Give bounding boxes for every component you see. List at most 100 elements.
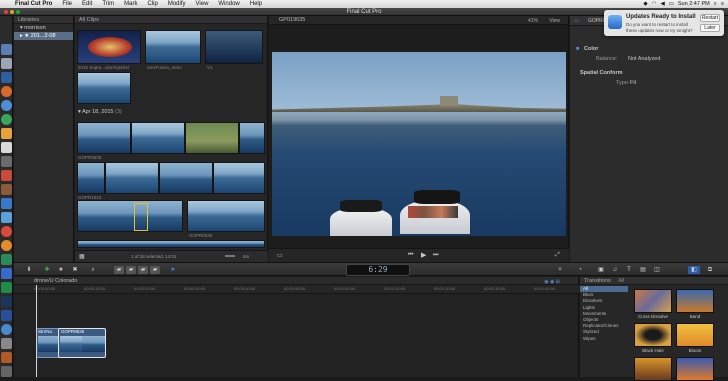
clip-thumb[interactable] <box>77 122 131 154</box>
app-dock-icon-9[interactable] <box>1 324 12 335</box>
clip-thumb[interactable] <box>77 162 105 194</box>
clip-thumb[interactable] <box>239 122 265 154</box>
select-tool-icon[interactable]: ➤ <box>166 266 180 274</box>
viewer-view-menu[interactable]: View <box>549 17 560 26</box>
timeline-clip-selected[interactable]: GOPR9635 <box>58 328 106 358</box>
lightroom-dock-icon[interactable] <box>1 296 12 307</box>
menu-file[interactable]: File <box>57 0 77 8</box>
app-dock-icon-10[interactable] <box>1 338 12 349</box>
app-dock-icon-2[interactable] <box>1 184 12 195</box>
battery-icon[interactable]: ▭ <box>669 1 674 7</box>
retime-icon[interactable]: ◔ <box>574 266 586 274</box>
app-dock-icon-12[interactable] <box>1 366 12 377</box>
library-item[interactable]: ▾ morrison <box>14 24 73 32</box>
next-frame-icon[interactable]: ⏭ <box>433 252 438 259</box>
previous-frame-icon[interactable]: ⏮ <box>408 252 413 259</box>
restart-button[interactable]: Restart <box>700 14 720 22</box>
app-dock-icon[interactable] <box>1 170 12 181</box>
app-dock-icon-5[interactable] <box>1 226 12 237</box>
safari-dock-icon[interactable] <box>1 100 12 111</box>
music-icon[interactable]: ♫ <box>610 266 620 274</box>
calendar-dock-icon[interactable] <box>1 142 12 153</box>
overwrite-clip-icon[interactable]: ▰ <box>150 266 160 274</box>
viewer-zoom[interactable]: 41% <box>528 17 538 26</box>
clip-thumb[interactable] <box>145 30 201 64</box>
timeline-ruler[interactable]: 00:00:00:00 00:00:10:00 00:00:20:00 00:0… <box>14 285 579 294</box>
app-dock-icon-7[interactable] <box>1 254 12 265</box>
event-item[interactable]: ▸ ★ 201...2-08 <box>14 32 73 40</box>
clip-thumb[interactable] <box>131 122 185 154</box>
menu-clip[interactable]: Clip <box>142 0 162 8</box>
viewer-options-icon[interactable]: ▭ <box>277 252 283 259</box>
menu-edit[interactable]: Edit <box>77 0 97 8</box>
keyword-icon[interactable]: ✚ <box>42 266 52 274</box>
volume-icon[interactable]: ◀ <box>660 1 664 7</box>
clip-thumb[interactable] <box>105 162 159 194</box>
favorite-icon[interactable]: ★ <box>56 266 66 274</box>
zoom-slider[interactable] <box>225 255 235 257</box>
type-value[interactable]: Fit <box>630 80 636 86</box>
wifi-icon[interactable]: ◠ <box>652 1 657 7</box>
clip-thumb[interactable] <box>213 162 265 194</box>
photos-dock-icon[interactable] <box>1 128 12 139</box>
clip-thumb[interactable] <box>185 122 239 154</box>
category-wipes[interactable]: Wipes <box>580 336 628 342</box>
connect-clip-icon[interactable]: ▰ <box>114 266 124 274</box>
clip-thumb[interactable] <box>187 200 265 232</box>
transitions-filter[interactable]: All <box>618 278 624 284</box>
transition-thumb[interactable] <box>676 323 714 347</box>
launchpad-dock-icon[interactable] <box>1 58 12 69</box>
menu-modify[interactable]: Modify <box>163 0 191 8</box>
system-prefs-dock-icon[interactable] <box>1 156 12 167</box>
clip-thumb[interactable] <box>77 240 265 248</box>
titles-icon[interactable]: T <box>624 266 634 274</box>
notification-center-icon[interactable]: ≡ <box>721 1 724 7</box>
menu-mark[interactable]: Mark <box>119 0 142 8</box>
clip-thumb[interactable] <box>205 30 263 64</box>
menubar-clock[interactable]: Sun 2:47 PM <box>678 1 710 7</box>
transition-thumb[interactable] <box>634 323 672 347</box>
menu-view[interactable]: View <box>191 0 214 8</box>
search-icon[interactable]: ⌕ <box>88 266 98 274</box>
skimmer-selection-box[interactable] <box>134 203 148 231</box>
word-dock-icon[interactable] <box>1 310 12 321</box>
transitions-browser-icon[interactable]: ⧉ <box>704 266 716 274</box>
menu-window[interactable]: Window <box>213 0 244 8</box>
append-clip-icon[interactable]: ▰ <box>138 266 148 274</box>
app-menu[interactable]: Final Cut Pro <box>10 0 57 8</box>
clip-thumb[interactable] <box>159 162 213 194</box>
chrome-dock-icon[interactable] <box>1 114 12 125</box>
spotlight-icon[interactable]: ⌕ <box>714 1 717 8</box>
video-tab-icon[interactable]: ▭ <box>574 18 579 24</box>
minimize-window-button[interactable] <box>10 10 14 14</box>
import-icon[interactable]: ⬇ <box>24 266 34 274</box>
zoom-window-button[interactable] <box>16 10 20 14</box>
transition-thumb[interactable] <box>634 357 672 381</box>
clip-thumb[interactable] <box>77 72 131 104</box>
photos-icon[interactable]: ▣ <box>596 266 606 274</box>
excel-dock-icon[interactable] <box>1 282 12 293</box>
menu-trim[interactable]: Trim <box>97 0 119 8</box>
app-dock-icon-11[interactable] <box>1 352 12 363</box>
date-group-header[interactable]: ▾ Apr 18, 2015 (3) <box>78 109 122 115</box>
app-dock-icon-6[interactable] <box>1 240 12 251</box>
transition-thumb[interactable] <box>634 289 672 313</box>
close-window-button[interactable] <box>4 10 8 14</box>
insert-clip-icon[interactable]: ▰ <box>126 266 136 274</box>
effects-browser-icon[interactable]: ◧ <box>688 266 700 274</box>
video-frame[interactable] <box>272 52 566 236</box>
app-dock-icon-8[interactable] <box>1 268 12 279</box>
enhancements-icon[interactable]: ✧ <box>554 266 566 274</box>
themes-icon[interactable]: ◫ <box>652 266 662 274</box>
mission-control-dock-icon[interactable] <box>1 72 12 83</box>
menu-help[interactable]: Help <box>245 0 267 8</box>
transition-thumb[interactable] <box>676 357 714 381</box>
list-view-icon[interactable]: ▦ <box>79 253 85 260</box>
color-check-icon[interactable]: ■ <box>576 46 579 52</box>
reject-icon[interactable]: ✖ <box>70 266 80 274</box>
transition-thumb[interactable] <box>676 289 714 313</box>
fullscreen-icon[interactable]: ⤢ <box>555 252 560 259</box>
app-dock-icon-4[interactable] <box>1 212 12 223</box>
clip-thumb-selected[interactable] <box>77 200 183 232</box>
finder-dock-icon[interactable] <box>1 44 12 55</box>
